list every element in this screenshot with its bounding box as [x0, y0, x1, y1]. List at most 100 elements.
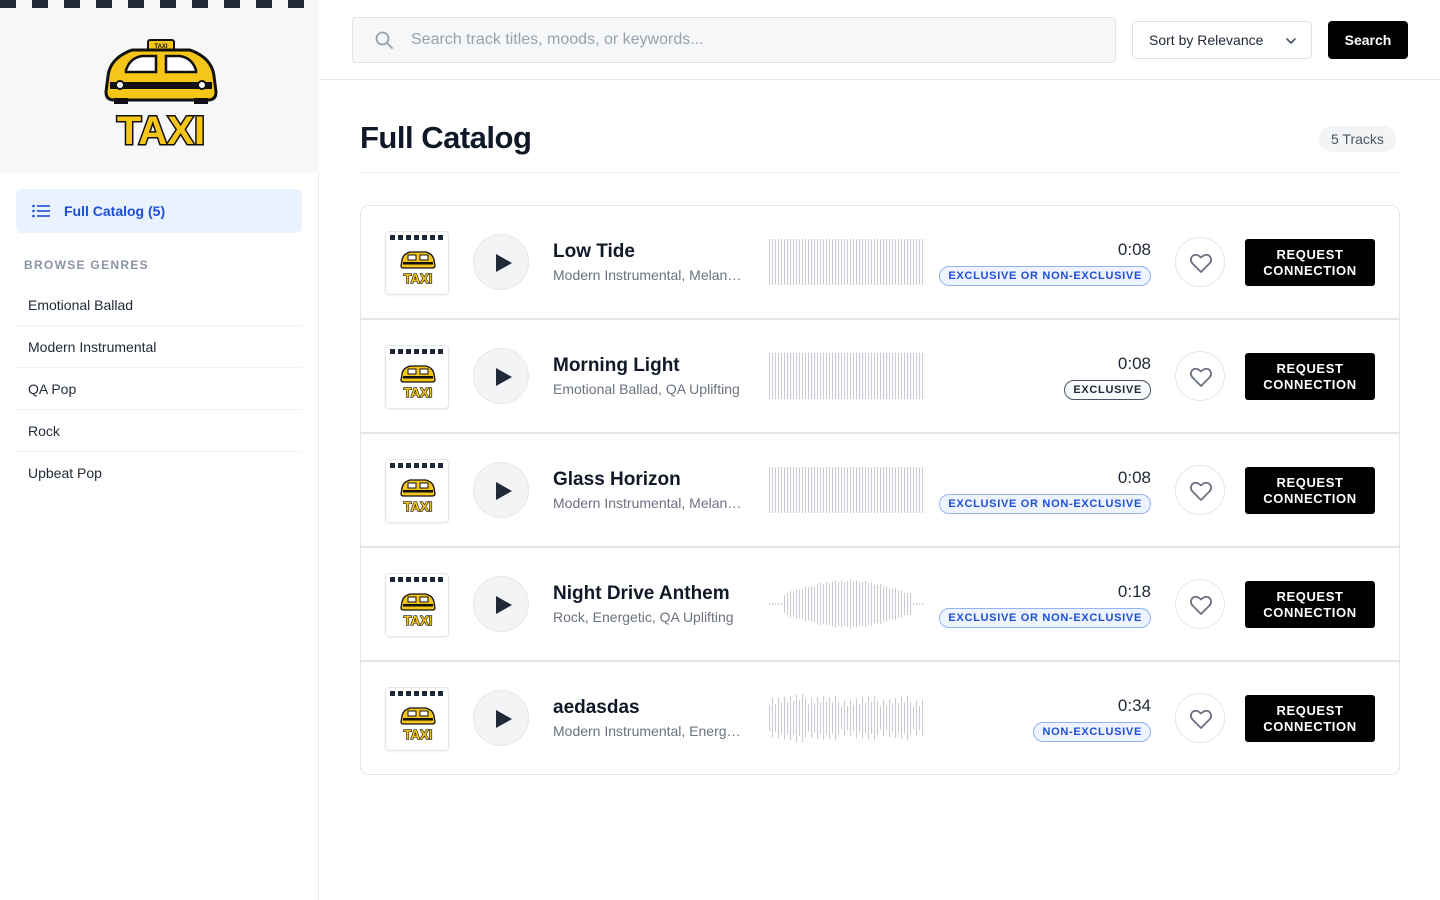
waveform-bar	[817, 584, 819, 624]
search-box[interactable]	[352, 17, 1116, 63]
waveform[interactable]	[769, 237, 925, 287]
track-genres: Modern Instrumental, Energetic	[553, 723, 747, 739]
waveform[interactable]	[769, 693, 925, 743]
waveform-bar	[856, 353, 858, 399]
waveform-bar	[871, 702, 873, 734]
waveform-bar	[922, 239, 924, 285]
waveform-bar	[808, 704, 810, 732]
waveform-bar	[784, 353, 786, 399]
genre-item-modern-instrumental[interactable]: Modern Instrumental	[16, 326, 302, 368]
waveform-bar	[895, 698, 897, 738]
track-title[interactable]: Night Drive Anthem	[553, 583, 730, 605]
play-button[interactable]	[473, 462, 529, 518]
waveform-bar	[892, 704, 894, 732]
waveform-bar	[769, 467, 771, 513]
genre-item-upbeat-pop[interactable]: Upbeat Pop	[16, 452, 302, 494]
waveform-bar	[805, 699, 807, 737]
track-title[interactable]: aedasdas	[553, 697, 640, 719]
genre-item-emotional-ballad[interactable]: Emotional Ballad	[16, 284, 302, 326]
waveform-bar	[808, 467, 810, 513]
play-button[interactable]	[473, 234, 529, 290]
waveform-bar	[913, 707, 915, 729]
waveform-bar	[808, 353, 810, 399]
waveform-bar	[799, 239, 801, 285]
chevron-down-icon	[1286, 38, 1296, 44]
waveform-bar	[829, 467, 831, 513]
favorite-button[interactable]	[1175, 237, 1225, 287]
logo-area: TAXI TAXI	[0, 0, 319, 173]
waveform-bar	[841, 580, 843, 628]
svg-text:TAXI: TAXI	[404, 271, 433, 286]
waveform-bar	[796, 353, 798, 399]
waveform-bar	[835, 696, 837, 740]
heart-icon	[1189, 253, 1213, 273]
genre-item-qa-pop[interactable]: QA Pop	[16, 368, 302, 410]
favorite-button[interactable]	[1175, 465, 1225, 515]
search-input[interactable]	[411, 31, 1051, 49]
waveform-bar	[886, 467, 888, 513]
play-button[interactable]	[473, 348, 529, 404]
waveform-bar	[865, 581, 867, 627]
track-title[interactable]: Morning Light	[553, 355, 680, 377]
search-button[interactable]: Search	[1328, 21, 1408, 59]
favorite-button[interactable]	[1175, 693, 1225, 743]
waveform-bar	[907, 467, 909, 513]
taxi-logo[interactable]: TAXI TAXI	[98, 36, 224, 148]
waveform-bar	[883, 586, 885, 622]
waveform-bar	[793, 353, 795, 399]
genre-item-rock[interactable]: Rock	[16, 410, 302, 452]
waveform-bar	[865, 239, 867, 285]
waveform-bar	[880, 584, 882, 624]
waveform-bar	[868, 239, 870, 285]
waveform-bar	[769, 705, 771, 731]
track-artwork: TAXI	[385, 231, 449, 295]
play-button[interactable]	[473, 690, 529, 746]
waveform-bar	[889, 699, 891, 737]
request-connection-button[interactable]: REQUEST CONNECTION	[1245, 581, 1375, 628]
sort-select[interactable]: Sort by Relevance	[1132, 21, 1312, 59]
waveform[interactable]	[769, 351, 925, 401]
track-duration: 0:34	[1117, 696, 1151, 715]
waveform-bar	[769, 239, 771, 285]
waveform-bar	[874, 467, 876, 513]
waveform-bar	[814, 239, 816, 285]
nav-full-catalog[interactable]: Full Catalog (5)	[16, 189, 302, 233]
waveform-bar	[901, 239, 903, 285]
track-count-badge: 5 Tracks	[1319, 126, 1396, 152]
favorite-button[interactable]	[1175, 351, 1225, 401]
heart-icon	[1189, 367, 1213, 387]
waveform[interactable]	[769, 579, 925, 629]
waveform-bar	[871, 239, 873, 285]
waveform-bar	[907, 353, 909, 399]
play-icon	[496, 596, 512, 614]
sidebar: TAXI TAXI Full Catalog (5) BROWSE GENRES…	[0, 0, 319, 900]
waveform-bar	[838, 701, 840, 735]
waveform[interactable]	[769, 465, 925, 515]
waveform-bar	[775, 353, 777, 399]
waveform-bar	[775, 603, 777, 605]
track-title[interactable]: Low Tide	[553, 241, 635, 263]
waveform-bar	[778, 467, 780, 513]
waveform-bar	[841, 353, 843, 399]
waveform-bar	[910, 353, 912, 399]
waveform-bar	[784, 239, 786, 285]
waveform-bar	[769, 353, 771, 399]
play-icon	[496, 710, 512, 728]
play-button[interactable]	[473, 576, 529, 632]
waveform-bar	[898, 353, 900, 399]
waveform-bar	[772, 603, 774, 605]
request-connection-button[interactable]: REQUEST CONNECTION	[1245, 695, 1375, 742]
waveform-bar	[892, 588, 894, 620]
waveform-bar	[841, 707, 843, 729]
request-connection-button[interactable]: REQUEST CONNECTION	[1245, 239, 1375, 286]
waveform-bar	[811, 239, 813, 285]
favorite-button[interactable]	[1175, 579, 1225, 629]
request-connection-button[interactable]: REQUEST CONNECTION	[1245, 353, 1375, 400]
waveform-bar	[829, 583, 831, 625]
request-connection-button[interactable]: REQUEST CONNECTION	[1245, 467, 1375, 514]
waveform-bar	[823, 353, 825, 399]
track-title[interactable]: Glass Horizon	[553, 469, 681, 491]
waveform-bar	[844, 700, 846, 736]
waveform-bar	[853, 353, 855, 399]
track-genres: Modern Instrumental, Melancholic	[553, 267, 747, 283]
